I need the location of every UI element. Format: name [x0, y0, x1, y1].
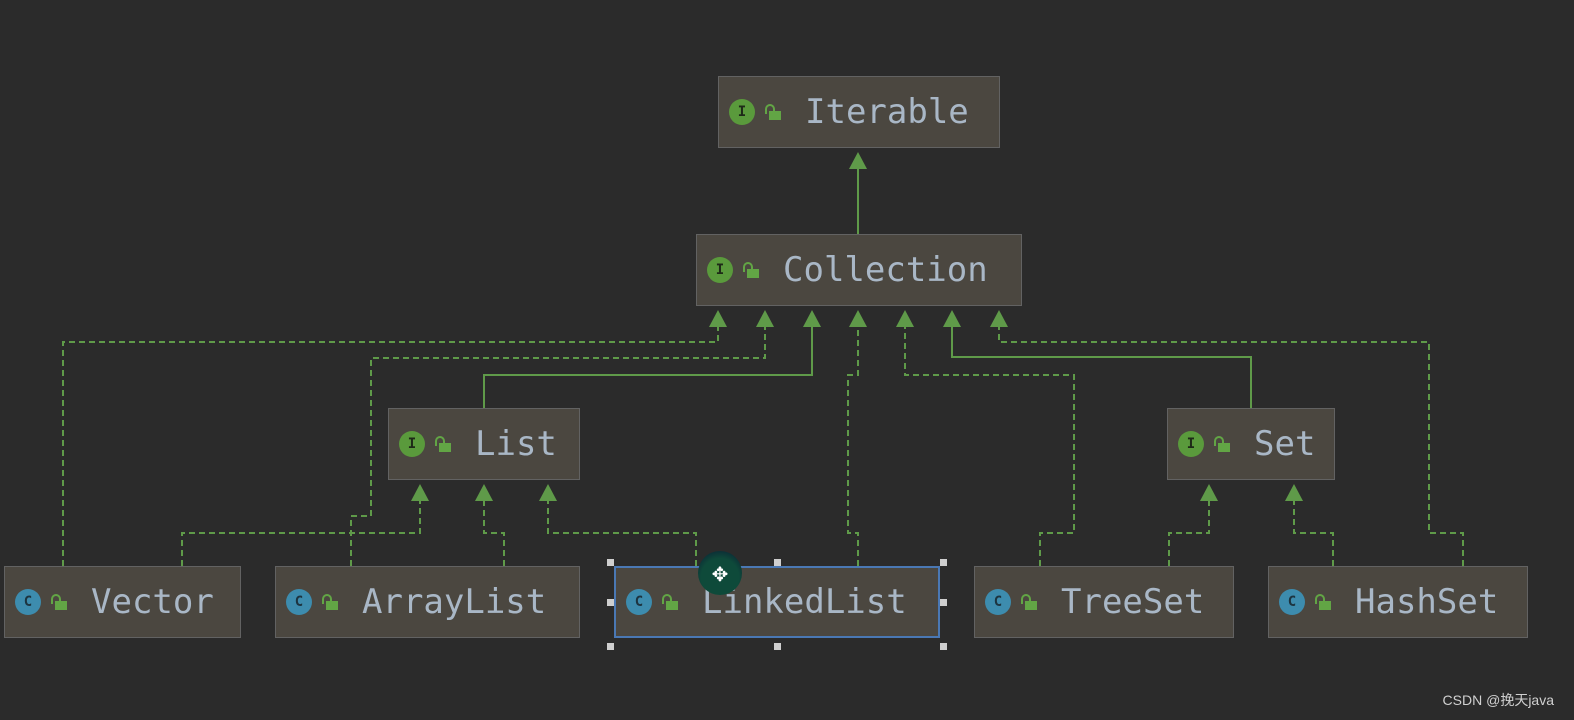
- resize-handle[interactable]: [774, 559, 781, 566]
- edge-treeset-to-set: [1168, 498, 1210, 566]
- class-icon: C: [626, 589, 652, 615]
- arrowhead-icon: [849, 152, 867, 169]
- edge-set-to-collection: [951, 324, 1252, 408]
- public-lock-icon: [320, 591, 342, 613]
- arrowhead-icon: [896, 310, 914, 327]
- edge-arraylist-to-list: [483, 498, 505, 566]
- node-vector[interactable]: C Vector: [4, 566, 241, 638]
- class-icon: C: [1279, 589, 1305, 615]
- arrowhead-icon: [756, 310, 774, 327]
- arrowhead-icon: [990, 310, 1008, 327]
- node-label: ArrayList: [362, 582, 547, 622]
- node-arraylist[interactable]: C ArrayList: [275, 566, 580, 638]
- arrowhead-icon: [1200, 484, 1218, 501]
- edge-vector-to-list: [181, 498, 421, 566]
- node-hashset[interactable]: C HashSet: [1268, 566, 1528, 638]
- node-list[interactable]: I List: [388, 408, 580, 480]
- class-icon: C: [985, 589, 1011, 615]
- interface-icon: I: [399, 431, 425, 457]
- arrowhead-icon: [1285, 484, 1303, 501]
- node-label: List: [475, 424, 557, 464]
- public-lock-icon: [763, 101, 785, 123]
- resize-handle[interactable]: [607, 599, 614, 606]
- move-cursor-icon: ✥: [698, 551, 742, 595]
- node-linkedlist[interactable]: C LinkedList: [614, 566, 940, 638]
- arrowhead-icon: [709, 310, 727, 327]
- public-lock-icon: [1212, 433, 1234, 455]
- resize-handle[interactable]: [774, 643, 781, 650]
- public-lock-icon: [1019, 591, 1041, 613]
- node-collection[interactable]: I Collection: [696, 234, 1022, 306]
- arrowhead-icon: [803, 310, 821, 327]
- edge-treeset-to-collection: [904, 324, 1075, 566]
- node-set[interactable]: I Set: [1167, 408, 1335, 480]
- interface-icon: I: [729, 99, 755, 125]
- arrowhead-icon: [539, 484, 557, 501]
- node-label: HashSet: [1355, 582, 1499, 622]
- edge-linkedlist-to-list: [547, 498, 697, 566]
- arrowhead-icon: [943, 310, 961, 327]
- node-label: Set: [1254, 424, 1316, 464]
- resize-handle[interactable]: [940, 559, 947, 566]
- class-icon: C: [286, 589, 312, 615]
- arrowhead-icon: [849, 310, 867, 327]
- node-iterable[interactable]: I Iterable: [718, 76, 1000, 148]
- node-label: Collection: [783, 250, 988, 290]
- public-lock-icon: [1313, 591, 1335, 613]
- edge-list-to-collection: [483, 324, 813, 408]
- public-lock-icon: [660, 591, 682, 613]
- node-treeset[interactable]: C TreeSet: [974, 566, 1234, 638]
- class-icon: C: [15, 589, 41, 615]
- node-label: Iterable: [805, 92, 969, 132]
- public-lock-icon: [433, 433, 455, 455]
- public-lock-icon: [49, 591, 71, 613]
- edge-linkedlist-to-collection: [847, 324, 859, 566]
- node-label: Vector: [91, 582, 214, 622]
- node-label: TreeSet: [1061, 582, 1205, 622]
- edge-hashset-to-set: [1293, 498, 1334, 566]
- resize-handle[interactable]: [607, 643, 614, 650]
- interface-icon: I: [707, 257, 733, 283]
- watermark: CSDN @挽天java: [1442, 692, 1554, 708]
- resize-handle[interactable]: [940, 599, 947, 606]
- interface-icon: I: [1178, 431, 1204, 457]
- resize-handle[interactable]: [607, 559, 614, 566]
- arrowhead-icon: [411, 484, 429, 501]
- resize-handle[interactable]: [940, 643, 947, 650]
- public-lock-icon: [741, 259, 763, 281]
- arrowhead-icon: [475, 484, 493, 501]
